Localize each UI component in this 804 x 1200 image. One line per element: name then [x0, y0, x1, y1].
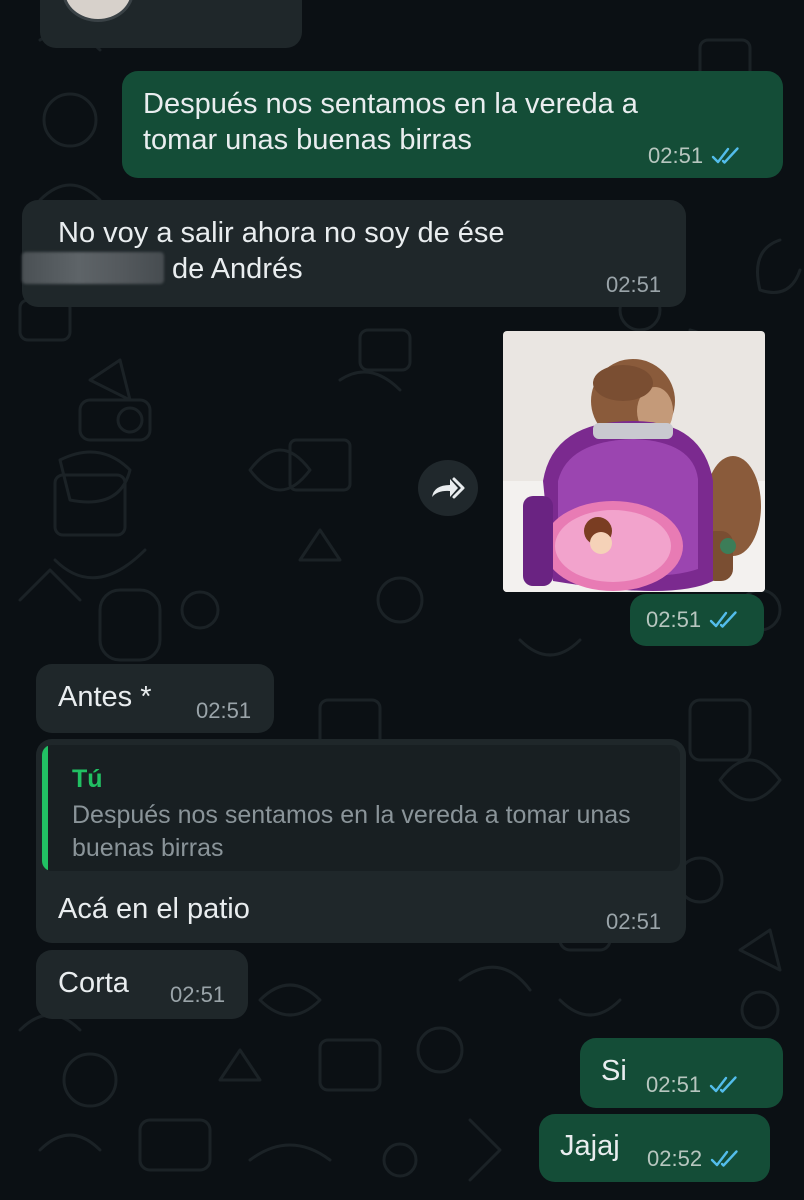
message-time: 02:51 — [196, 698, 252, 723]
double-check-icon — [709, 1076, 737, 1093]
message-text: Jajaj — [560, 1130, 620, 1162]
message-text-line-1: No voy a salir ahora no soy de ése — [58, 217, 505, 249]
redacted-word — [22, 252, 164, 284]
message-text: Si — [601, 1055, 627, 1087]
message-meta: 02:51 — [606, 272, 661, 298]
message-meta: 02:51 — [196, 698, 251, 724]
message-meta: 02:52 — [647, 1146, 740, 1172]
message-meta: 02:51 — [606, 909, 661, 935]
incoming-message[interactable]: Antes * 02:51 — [36, 664, 274, 733]
message-text: Acá en el patio — [58, 893, 250, 925]
shared-image-monkey-with-backpack[interactable] — [503, 331, 765, 592]
chat-area[interactable]: Después nos sentamos en la vereda a toma… — [0, 0, 804, 1200]
message-meta: 02:51 — [648, 143, 741, 169]
quoted-text: Después nos sentamos en la vereda a toma… — [72, 801, 631, 862]
quote-accent-bar — [42, 745, 48, 871]
incoming-message[interactable]: No voy a salir ahora no soy de ése de An… — [22, 200, 686, 307]
message-text: Corta — [58, 967, 129, 999]
forward-icon — [432, 477, 465, 499]
message-time: 02:51 — [606, 909, 662, 934]
message-meta: 02:51 — [170, 982, 225, 1008]
incoming-message[interactable]: Corta 02:51 — [36, 950, 248, 1019]
quoted-author: Tú — [72, 765, 103, 793]
message-time: 02:52 — [647, 1146, 703, 1171]
forward-button[interactable] — [418, 460, 478, 516]
message-meta: 02:51 — [646, 1072, 739, 1098]
outgoing-message[interactable]: Después nos sentamos en la vereda a toma… — [122, 71, 783, 178]
quoted-message[interactable]: Tú Después nos sentamos en la vereda a t… — [42, 745, 680, 871]
message-meta: 02:51 — [646, 607, 739, 633]
message-text: Después nos sentamos en la vereda a toma… — [143, 88, 638, 156]
message-time: 02:51 — [170, 982, 226, 1007]
message-time: 02:51 — [646, 607, 702, 632]
message-text-line-2: de Andrés — [22, 251, 303, 287]
image-meta-bubble[interactable]: 02:51 — [630, 594, 764, 646]
double-check-icon — [709, 611, 737, 628]
image-content — [503, 331, 765, 592]
message-text: Antes * — [58, 681, 152, 713]
message-time: 02:51 — [606, 272, 662, 297]
message-time: 02:51 — [648, 143, 704, 168]
message-text-after-redaction: de Andrés — [172, 253, 303, 285]
double-check-icon — [710, 1150, 738, 1167]
incoming-reply-message[interactable]: Tú Después nos sentamos en la vereda a t… — [36, 739, 686, 943]
outgoing-message[interactable]: Jajaj 02:52 — [539, 1114, 770, 1182]
double-check-icon — [711, 147, 739, 164]
message-time: 02:51 — [646, 1072, 702, 1097]
outgoing-message[interactable]: Si 02:51 — [580, 1038, 783, 1108]
